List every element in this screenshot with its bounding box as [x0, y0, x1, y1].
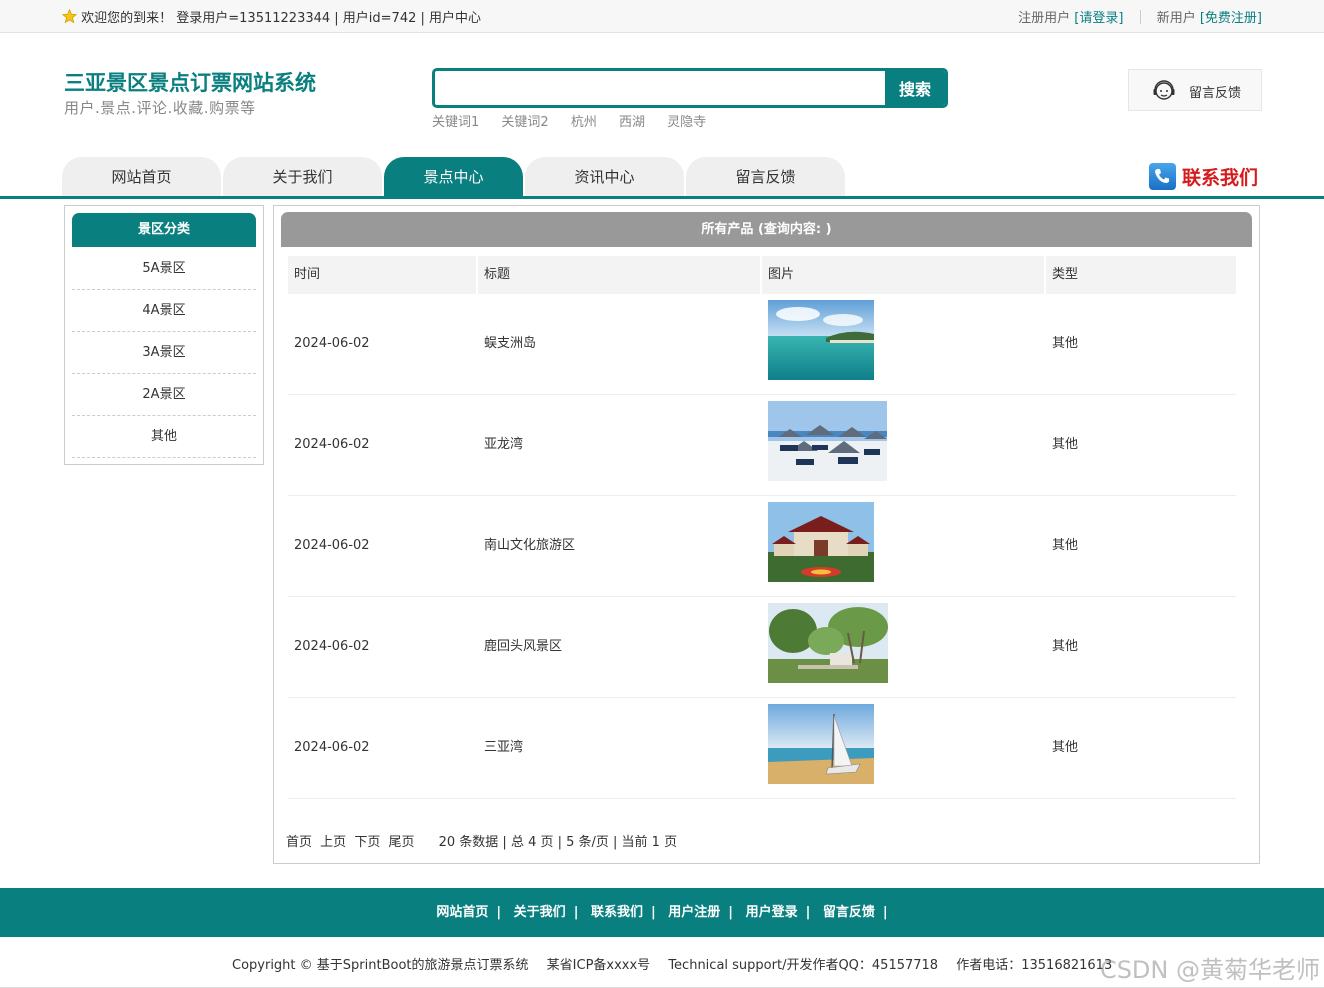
- product-panel: 所有产品 (查询内容: ) 时间 标题 图片 类型 2024-06-02 蜈支洲…: [273, 205, 1260, 864]
- row-title[interactable]: 亚龙湾: [478, 395, 523, 495]
- main-nav: 网站首页 关于我们 景点中心 资讯中心 留言反馈 联系我们: [0, 153, 1324, 199]
- search-input[interactable]: [435, 71, 887, 105]
- column-header-title: 标题: [478, 256, 760, 294]
- sidebar-item-5a[interactable]: 5A景区: [72, 248, 256, 290]
- sidebar-item-4a[interactable]: 4A景区: [72, 290, 256, 332]
- footer-separator: |: [496, 905, 502, 920]
- sidebar-item-3a[interactable]: 3A景区: [72, 332, 256, 374]
- footer-separator: |: [882, 905, 888, 920]
- site-header: 三亚景区景点订票网站系统 用户.景点.评论.收藏.购票等 搜索 关键词1 关键词…: [0, 33, 1324, 153]
- headset-icon: [1153, 80, 1175, 100]
- category-sidebar: 景区分类 5A景区 4A景区 3A景区 2A景区 其他: [64, 205, 264, 465]
- keyword-link[interactable]: 关键词2: [501, 115, 548, 130]
- sidebar-title: 景区分类: [72, 213, 256, 247]
- table-row: 2024-06-02 蜈支洲岛 其他: [288, 294, 1236, 395]
- panel-title: 所有产品 (查询内容: ): [281, 212, 1252, 247]
- keyword-link[interactable]: 西湖: [619, 115, 645, 130]
- column-header-time: 时间: [288, 256, 476, 294]
- table-row: 2024-06-02 三亚湾 其他: [288, 698, 1236, 799]
- tab-about[interactable]: 关于我们: [223, 157, 382, 196]
- column-header-type: 类型: [1046, 256, 1236, 294]
- keyword-link[interactable]: 灵隐寺: [667, 115, 706, 130]
- table-row: 2024-06-02 鹿回头风景区 其他: [288, 597, 1236, 698]
- footer-separator: |: [728, 905, 734, 920]
- support-text: Technical support/开发作者QQ：45157718: [668, 958, 939, 973]
- top-bar: 欢迎您的到来！ 登录用户=13511223344 | 用户id=742 | 用户…: [0, 0, 1324, 33]
- tab-feedback[interactable]: 留言反馈: [686, 157, 845, 196]
- tab-attractions[interactable]: 景点中心: [384, 157, 523, 196]
- island-beach-image[interactable]: [768, 300, 874, 380]
- hot-keywords: 关键词1 关键词2 杭州 西湖 灵隐寺: [432, 111, 724, 130]
- contact-us-link[interactable]: 联系我们: [1148, 161, 1258, 191]
- divider: [1139, 10, 1141, 24]
- search-box: 搜索: [432, 68, 948, 108]
- feedback-label: 留言反馈: [1189, 86, 1242, 101]
- beach-umbrellas-image[interactable]: [768, 401, 887, 481]
- first-page-link[interactable]: 首页: [286, 835, 312, 850]
- keyword-link[interactable]: 杭州: [571, 115, 597, 130]
- column-header-image: 图片: [762, 256, 1044, 294]
- pagination-summary: 20 条数据 | 总 4 页 | 5 条/页 | 当前 1 页: [438, 835, 678, 850]
- row-type: 其他: [1052, 740, 1079, 755]
- feedback-button[interactable]: 留言反馈: [1128, 69, 1262, 111]
- row-type: 其他: [1052, 639, 1079, 654]
- row-date: 2024-06-02: [294, 336, 370, 351]
- welcome-text[interactable]: 欢迎您的到来！ 登录用户=13511223344 | 用户id=742 | 用户…: [81, 11, 481, 26]
- register-link[interactable]: [免费注册]: [1200, 11, 1262, 26]
- icp-text: 某省ICP备xxxx号: [546, 958, 651, 973]
- new-user-prompt: 新用户: [1156, 11, 1196, 26]
- row-date: 2024-06-02: [294, 740, 370, 755]
- table-row: 2024-06-02 南山文化旅游区 其他: [288, 496, 1236, 597]
- site-title[interactable]: 三亚景区景点订票网站系统: [64, 67, 316, 97]
- contact-us-label: 联系我们: [1181, 166, 1258, 189]
- pagination: 首页 上页 下页 尾页 20 条数据 | 总 4 页 | 5 条/页 | 当前 …: [286, 831, 677, 850]
- copyright-text: Copyright © 基于SprintBoot的旅游景点订票系统: [232, 958, 529, 973]
- last-page-link[interactable]: 尾页: [388, 835, 414, 850]
- footer-link-about[interactable]: 关于我们: [514, 905, 566, 920]
- row-title[interactable]: 蜈支洲岛: [478, 294, 536, 394]
- footer-link-contact[interactable]: 联系我们: [591, 905, 643, 920]
- prev-page-link[interactable]: 上页: [320, 835, 346, 850]
- footer-separator: |: [805, 905, 811, 920]
- sailboat-beach-image[interactable]: [768, 704, 874, 784]
- footer-separator: |: [573, 905, 579, 920]
- login-link[interactable]: [请登录]: [1074, 11, 1123, 26]
- search-button[interactable]: 搜索: [885, 71, 945, 105]
- footer-link-register[interactable]: 用户注册: [668, 905, 720, 920]
- tab-news[interactable]: 资讯中心: [525, 157, 684, 196]
- phone-text: 作者电话：13516821613: [956, 958, 1113, 973]
- tab-home[interactable]: 网站首页: [62, 157, 221, 196]
- csdn-watermark: CSDN @黄菊华老师: [1099, 956, 1320, 984]
- sidebar-item-other[interactable]: 其他: [72, 416, 256, 458]
- phone-icon: [1148, 162, 1176, 190]
- footer-separator: |: [650, 905, 656, 920]
- row-title[interactable]: 南山文化旅游区: [478, 496, 575, 596]
- row-type: 其他: [1052, 336, 1079, 351]
- footer-link-feedback[interactable]: 留言反馈: [823, 905, 875, 920]
- copyright-bar: Copyright © 基于SprintBoot的旅游景点订票系统 某省ICP备…: [232, 954, 1126, 973]
- row-date: 2024-06-02: [294, 639, 370, 654]
- table-header: 时间 标题 图片 类型: [288, 256, 1238, 294]
- footer-link-login[interactable]: 用户登录: [746, 905, 798, 920]
- star-icon: [62, 9, 77, 24]
- row-date: 2024-06-02: [294, 437, 370, 452]
- footer-nav: 网站首页 | 关于我们 | 联系我们 | 用户注册 | 用户登录 | 留言反馈 |: [0, 888, 1324, 937]
- table-row: 2024-06-02 亚龙湾 其他: [288, 395, 1236, 496]
- row-title[interactable]: 三亚湾: [478, 698, 523, 798]
- trees-park-image[interactable]: [768, 603, 888, 683]
- welcome-area: 欢迎您的到来！ 登录用户=13511223344 | 用户id=742 | 用户…: [62, 7, 481, 26]
- site-subtitle: 用户.景点.评论.收藏.购票等: [64, 99, 256, 117]
- temple-gate-image[interactable]: [768, 502, 874, 582]
- keyword-link[interactable]: 关键词1: [432, 115, 479, 130]
- account-links: 注册用户 [请登录] 新用户 [免费注册]: [1018, 7, 1262, 26]
- next-page-link[interactable]: 下页: [354, 835, 380, 850]
- footer-link-home[interactable]: 网站首页: [436, 905, 488, 920]
- sidebar-item-2a[interactable]: 2A景区: [72, 374, 256, 416]
- row-date: 2024-06-02: [294, 538, 370, 553]
- row-type: 其他: [1052, 538, 1079, 553]
- row-type: 其他: [1052, 437, 1079, 452]
- row-title[interactable]: 鹿回头风景区: [478, 597, 562, 697]
- register-prompt: 注册用户: [1018, 11, 1071, 26]
